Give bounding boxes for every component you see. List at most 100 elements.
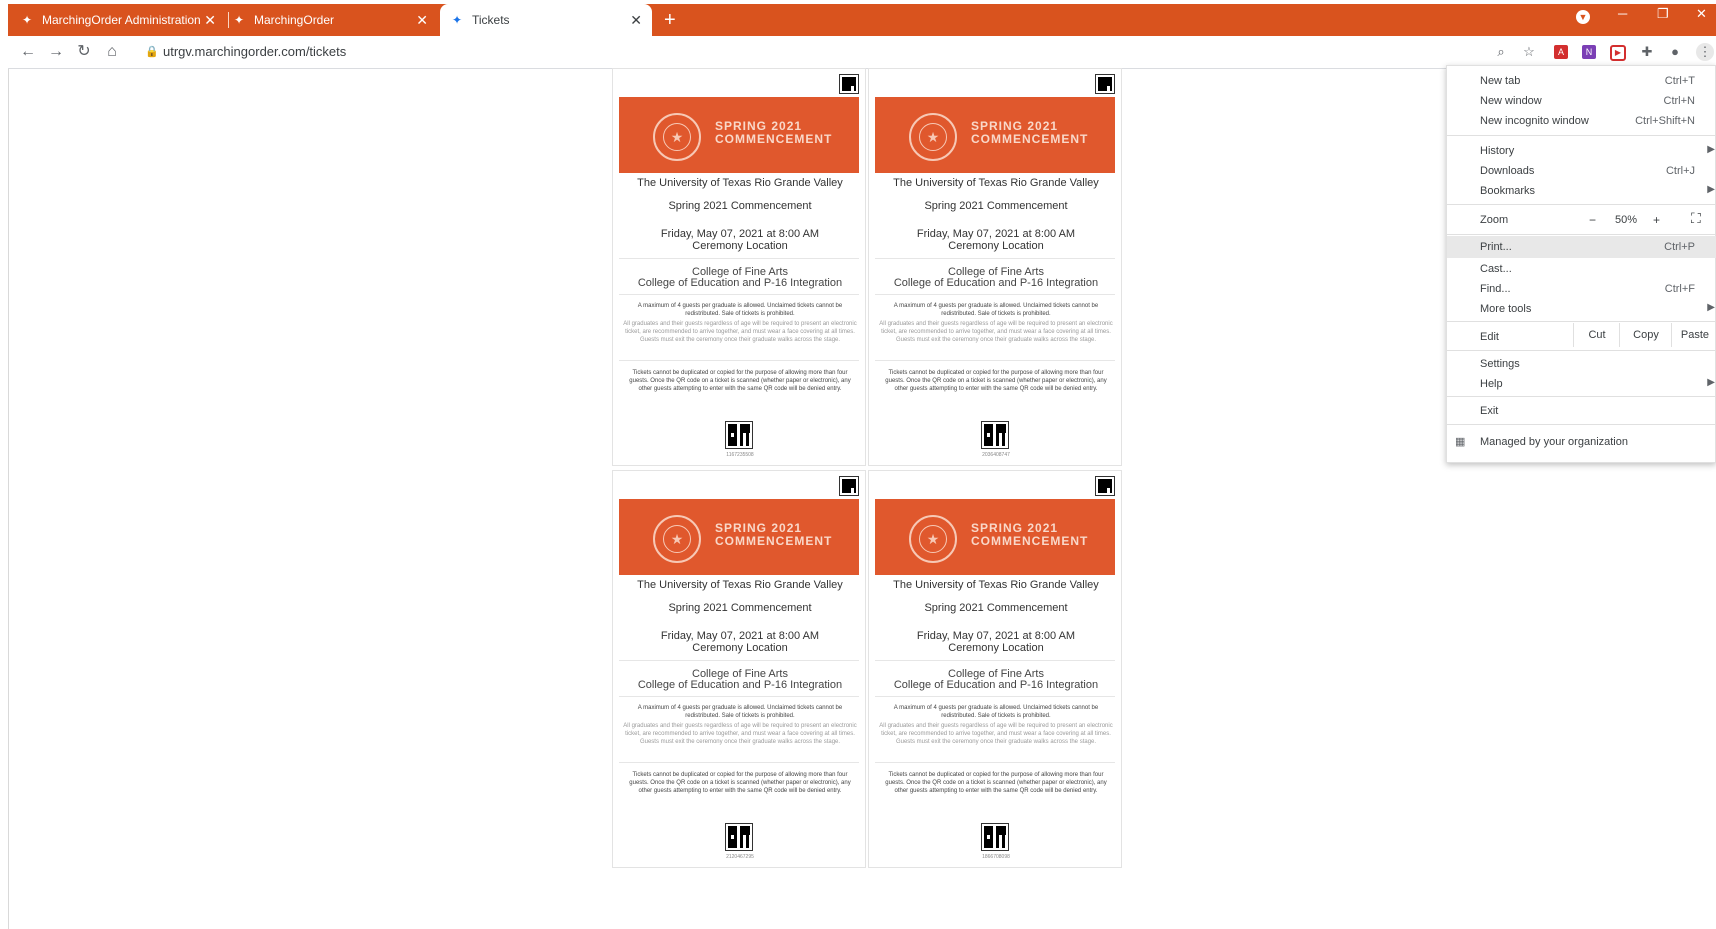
close-tab-icon[interactable]: ✕ <box>416 13 428 27</box>
tab-title: Tickets <box>472 13 510 27</box>
qr-code-icon <box>1095 476 1115 496</box>
menu-item-exit[interactable]: Exit <box>1447 401 1716 421</box>
tickets-sheet: ★ SPRING 2021 COMMENCEMENT The University o… <box>612 68 1124 872</box>
divider <box>875 762 1115 763</box>
covid-policy-note: All graduates and their guests regardles… <box>623 723 857 745</box>
paste-button[interactable]: Paste <box>1671 323 1716 347</box>
event-name: Spring 2021 Commencement <box>668 602 812 614</box>
duplication-policy-note: Tickets cannot be duplicated or copied f… <box>629 772 851 794</box>
guest-limit-note: A maximum of 4 guests per graduate is al… <box>637 705 843 719</box>
new-tab-button[interactable]: + <box>664 8 676 32</box>
menu-item-downloads[interactable]: Downloads Ctrl+J <box>1447 161 1716 181</box>
banner-text: SPRING 2021 COMMENCEMENT <box>715 521 833 548</box>
cut-button[interactable]: Cut <box>1573 323 1620 347</box>
banner-text: SPRING 2021 COMMENCEMENT <box>971 119 1089 146</box>
menu-item-cast[interactable]: Cast... <box>1447 259 1716 279</box>
menu-item-new-incognito-window[interactable]: New incognito window Ctrl+Shift+N <box>1447 111 1716 131</box>
divider <box>619 294 859 295</box>
zoom-level: 50% <box>1615 214 1638 226</box>
event-location: Ceremony Location <box>692 240 788 252</box>
menu-item-edit: Edit Cut Copy Paste <box>1447 323 1716 349</box>
menu-item-bookmarks[interactable]: Bookmarks ▶ <box>1447 181 1716 201</box>
qr-code-icon <box>981 823 1009 851</box>
back-arrow-icon[interactable]: ← <box>18 42 38 62</box>
duplication-policy-note: Tickets cannot be duplicated or copied f… <box>885 772 1107 794</box>
menu-item-history[interactable]: History ▶ <box>1447 141 1716 161</box>
menu-item-help[interactable]: Help ▶ <box>1447 374 1716 394</box>
ticket-card: ★ SPRING 2021 COMMENCEMENT The University o… <box>612 470 866 868</box>
forward-arrow-icon[interactable]: → <box>46 42 66 62</box>
commencement-banner: ★ SPRING 2021 COMMENCEMENT <box>875 499 1115 575</box>
copy-button[interactable]: Copy <box>1619 323 1672 347</box>
menu-item-find[interactable]: Find... Ctrl+F <box>1447 279 1716 299</box>
submenu-arrow-icon: ▶ <box>1707 184 1715 195</box>
minimize-button[interactable]: ─ <box>1618 6 1627 21</box>
address-bar[interactable]: utrgv.marchingorder.com/tickets <box>163 44 346 59</box>
event-location: Ceremony Location <box>948 240 1044 252</box>
chrome-menu-icon[interactable]: ⋮ <box>1696 43 1714 61</box>
menu-item-more-tools[interactable]: More tools ▶ <box>1447 299 1716 319</box>
university-seal-icon: ★ <box>653 515 701 563</box>
university-name: The University of Texas Rio Grande Valle… <box>637 177 843 189</box>
university-seal-icon: ★ <box>653 113 701 161</box>
menu-divider <box>1447 135 1716 136</box>
menu-item-new-tab[interactable]: New tab Ctrl+T <box>1447 71 1716 91</box>
zoom-magnifier-icon[interactable]: ⌕ <box>1492 43 1510 61</box>
event-name: Spring 2021 Commencement <box>668 200 812 212</box>
event-location: Ceremony Location <box>692 642 788 654</box>
qr-code-icon <box>725 823 753 851</box>
university-name: The University of Texas Rio Grande Valle… <box>893 579 1099 591</box>
tab-marchingorder-administration[interactable]: ✦ MarchingOrder Administration ✕ <box>22 4 226 36</box>
ticket-code: 2120467295 <box>726 854 754 860</box>
ticket-code: 1167235508 <box>726 452 754 458</box>
submenu-arrow-icon: ▶ <box>1707 302 1715 313</box>
close-window-button[interactable]: ✕ <box>1696 6 1707 22</box>
fullscreen-icon[interactable]: ⛶ <box>1691 210 1701 227</box>
menu-item-managed-by-organization[interactable]: ▦ Managed by your organization <box>1447 432 1716 452</box>
bookmark-star-icon[interactable]: ☆ <box>1520 43 1538 61</box>
tab-strip: ✦ MarchingOrder Administration ✕ ✦ March… <box>0 0 1716 36</box>
menu-item-settings[interactable]: Settings <box>1447 354 1716 374</box>
commencement-banner: ★ SPRING 2021 COMMENCEMENT <box>875 97 1115 173</box>
event-date: Friday, May 07, 2021 at 8:00 AM <box>916 630 1076 642</box>
lock-icon[interactable]: 🔒 <box>145 45 159 58</box>
divider <box>619 258 859 259</box>
zoom-out-button[interactable]: − <box>1589 213 1596 227</box>
menu-divider <box>1447 396 1716 397</box>
close-tab-icon[interactable]: ✕ <box>630 13 642 27</box>
event-name: Spring 2021 Commencement <box>924 602 1068 614</box>
pdf-extension-icon[interactable]: A <box>1554 45 1568 59</box>
tab-tickets[interactable]: ✦ Tickets ✕ <box>440 4 652 36</box>
qr-code-icon <box>839 74 859 94</box>
menu-item-new-window[interactable]: New window Ctrl+N <box>1447 91 1716 111</box>
restore-button[interactable]: ❐ <box>1657 6 1669 22</box>
profile-avatar-icon[interactable]: ● <box>1666 43 1684 61</box>
zoom-in-button[interactable]: + <box>1653 213 1660 227</box>
onenote-extension-icon[interactable]: N <box>1582 45 1596 59</box>
close-tab-icon[interactable]: ✕ <box>204 13 216 27</box>
ticket-card: ★ SPRING 2021 COMMENCEMENT The University o… <box>868 68 1122 466</box>
menu-item-print[interactable]: Print... Ctrl+P <box>1447 236 1716 258</box>
commencement-banner: ★ SPRING 2021 COMMENCEMENT <box>619 499 859 575</box>
covid-policy-note: All graduates and their guests regardles… <box>879 321 1113 343</box>
college-name: College of Education and P-16 Integratio… <box>893 679 1099 691</box>
divider <box>875 258 1115 259</box>
site-favicon-icon: ✦ <box>22 13 33 27</box>
university-name: The University of Texas Rio Grande Valle… <box>893 177 1099 189</box>
home-icon[interactable]: ⌂ <box>102 42 122 62</box>
tab-title: MarchingOrder <box>254 13 335 27</box>
guest-limit-note: A maximum of 4 guests per graduate is al… <box>893 705 1099 719</box>
content-edge <box>8 69 9 929</box>
menu-divider <box>1447 321 1716 322</box>
tab-marchingorder[interactable]: ✦ MarchingOrder ✕ <box>234 4 438 36</box>
duplication-policy-note: Tickets cannot be duplicated or copied f… <box>629 370 851 392</box>
guest-limit-note: A maximum of 4 guests per graduate is al… <box>893 303 1099 317</box>
divider <box>619 360 859 361</box>
covid-policy-note: All graduates and their guests regardles… <box>879 723 1113 745</box>
site-favicon-icon: ✦ <box>234 13 245 27</box>
extensions-puzzle-icon[interactable]: ✚ <box>1638 43 1656 61</box>
media-extension-icon[interactable]: ▶ <box>1610 45 1626 61</box>
profile-download-indicator-icon[interactable]: ▼ <box>1576 10 1590 24</box>
reload-icon[interactable]: ↻ <box>74 42 94 62</box>
event-name: Spring 2021 Commencement <box>924 200 1068 212</box>
